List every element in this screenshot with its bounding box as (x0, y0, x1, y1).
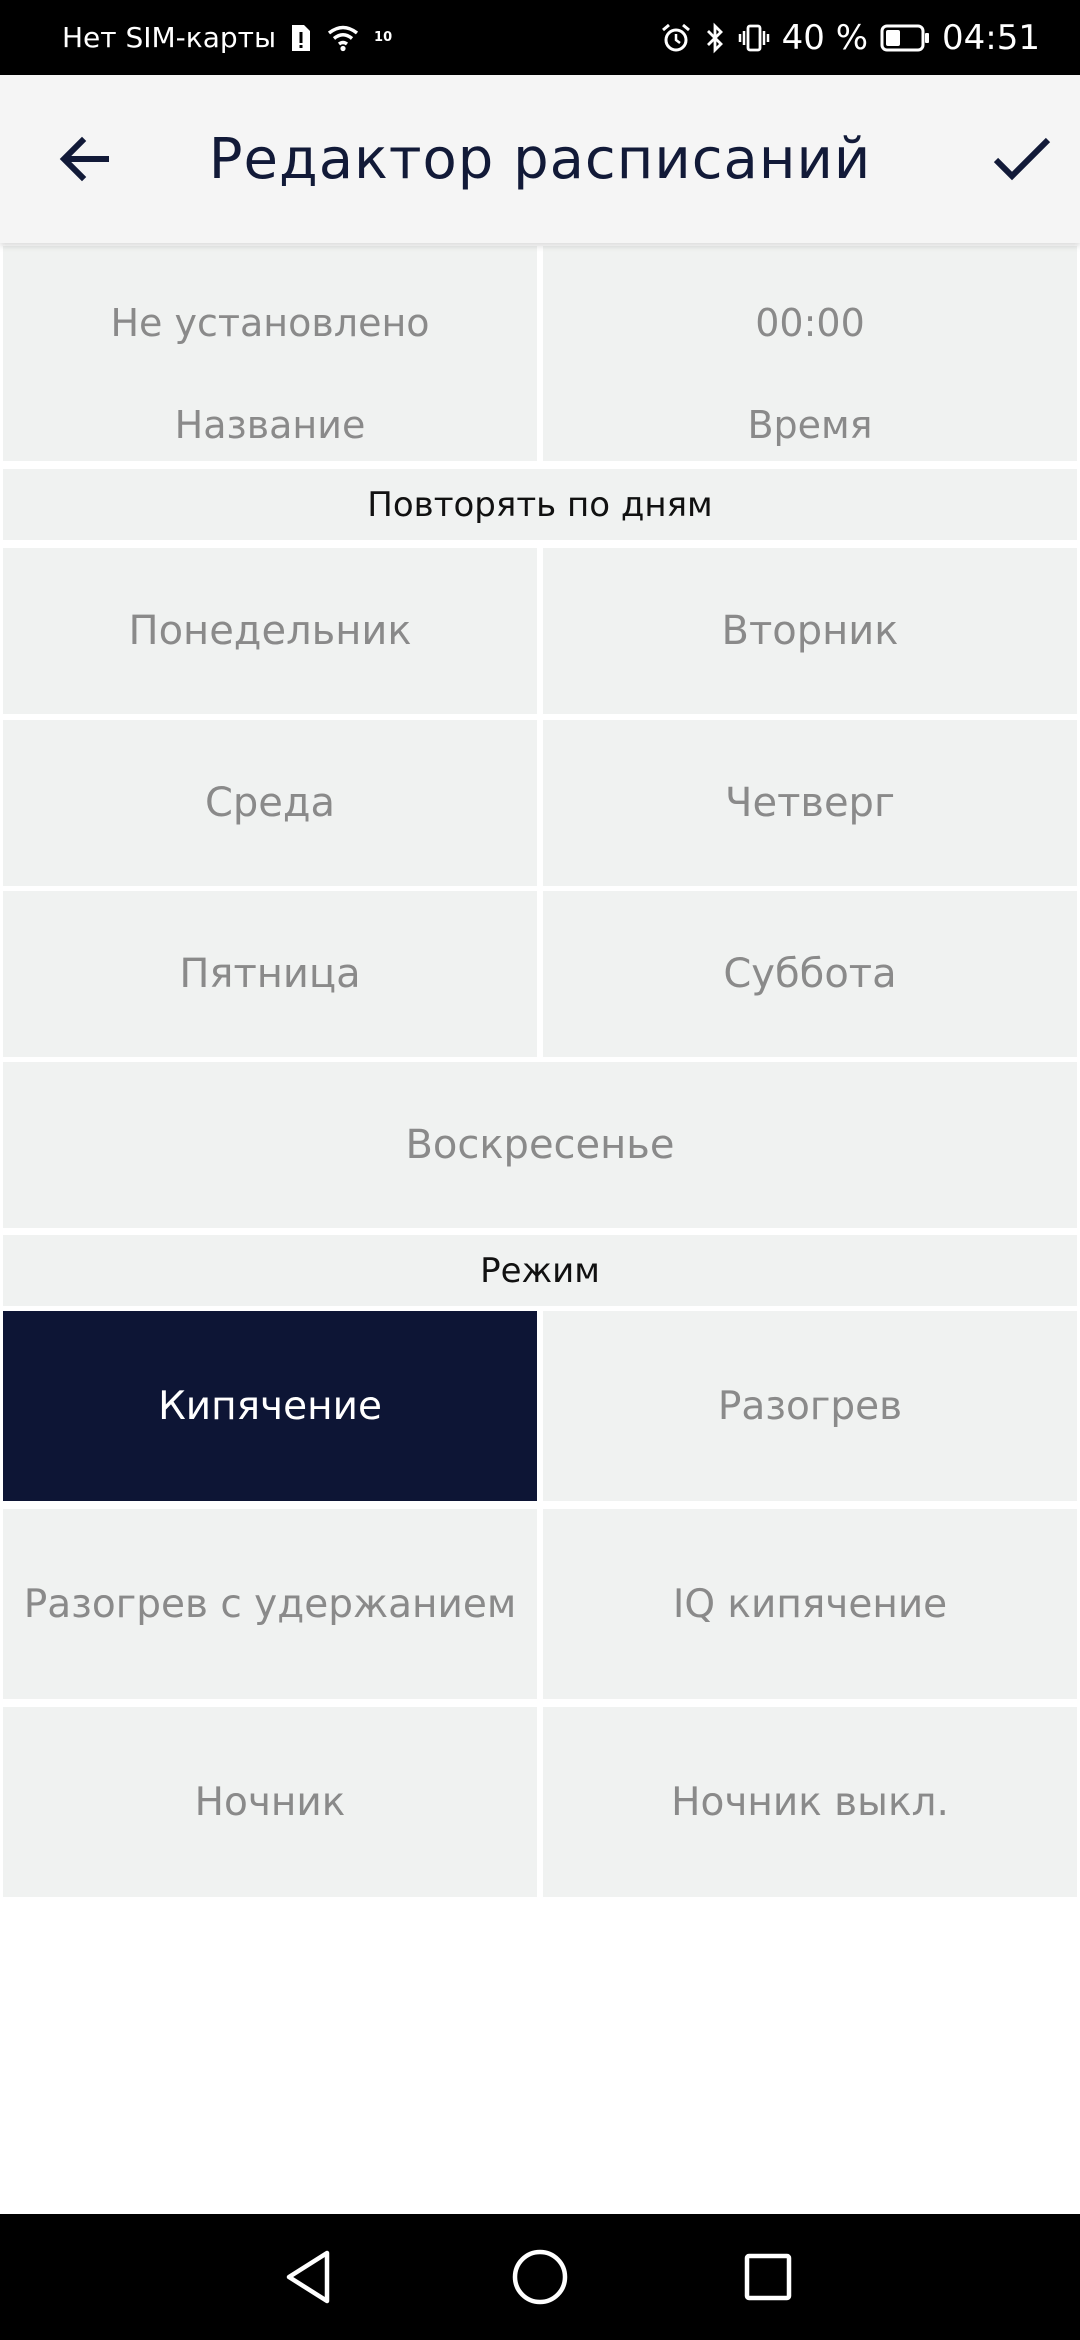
back-triangle-icon (286, 2250, 330, 2304)
mode-night-light[interactable]: Ночник (3, 1707, 537, 1897)
mode-boiling[interactable]: Кипячение (3, 1311, 537, 1501)
alarm-icon (660, 22, 692, 54)
time-field[interactable]: 00:00 Время (543, 246, 1077, 461)
back-button[interactable] (46, 121, 122, 197)
day-tuesday[interactable]: Вторник (543, 548, 1077, 714)
status-bar-right: 40 % 04:51 (660, 0, 1040, 75)
vibrate-icon (738, 22, 770, 54)
name-value: Не установлено (110, 301, 430, 345)
recents-square-icon (744, 2253, 792, 2301)
day-monday[interactable]: Понедельник (3, 548, 537, 714)
mode-heating[interactable]: Разогрев (543, 1311, 1077, 1501)
time-value: 00:00 (755, 301, 865, 345)
status-bar: Нет SIM-карты 10 40 % 04:51 (0, 0, 1080, 75)
mode-iq-boiling[interactable]: IQ кипячение (543, 1509, 1077, 1699)
mode-section-label: Режим (3, 1235, 1077, 1306)
days-section-label: Повторять по дням (3, 469, 1077, 540)
page-title: Редактор расписаний (208, 126, 872, 192)
app-bar: Редактор расписаний (0, 75, 1080, 243)
mode-heating-hold[interactable]: Разогрев с удержанием (3, 1509, 537, 1699)
day-sunday[interactable]: Воскресенье (3, 1062, 1077, 1228)
wifi-tag: 10 (374, 30, 393, 45)
day-saturday[interactable]: Суббота (543, 891, 1077, 1057)
name-caption: Название (174, 403, 366, 447)
arrow-left-icon (59, 136, 109, 182)
navigation-bar (0, 2214, 1080, 2340)
mode-night-light-off[interactable]: Ночник выкл. (543, 1707, 1077, 1897)
checkmark-icon (993, 137, 1051, 181)
battery-percent: 40 % (781, 17, 869, 58)
name-field[interactable]: Не установлено Название (3, 246, 537, 461)
day-friday[interactable]: Пятница (3, 891, 537, 1057)
wifi-icon (326, 24, 360, 52)
carrier-label: Нет SIM-карты (62, 21, 277, 54)
sim-alert-icon (290, 23, 312, 53)
nav-home-button[interactable] (505, 2242, 575, 2312)
status-bar-left: Нет SIM-карты 10 (62, 0, 392, 75)
battery-icon (880, 24, 930, 52)
clock: 04:51 (942, 17, 1040, 58)
time-caption: Время (747, 403, 873, 447)
confirm-button[interactable] (984, 121, 1060, 197)
home-circle-icon (512, 2249, 568, 2305)
nav-back-button[interactable] (273, 2242, 343, 2312)
day-thursday[interactable]: Четверг (543, 720, 1077, 886)
nav-recents-button[interactable] (733, 2242, 803, 2312)
bluetooth-icon (704, 22, 726, 54)
day-wednesday[interactable]: Среда (3, 720, 537, 886)
